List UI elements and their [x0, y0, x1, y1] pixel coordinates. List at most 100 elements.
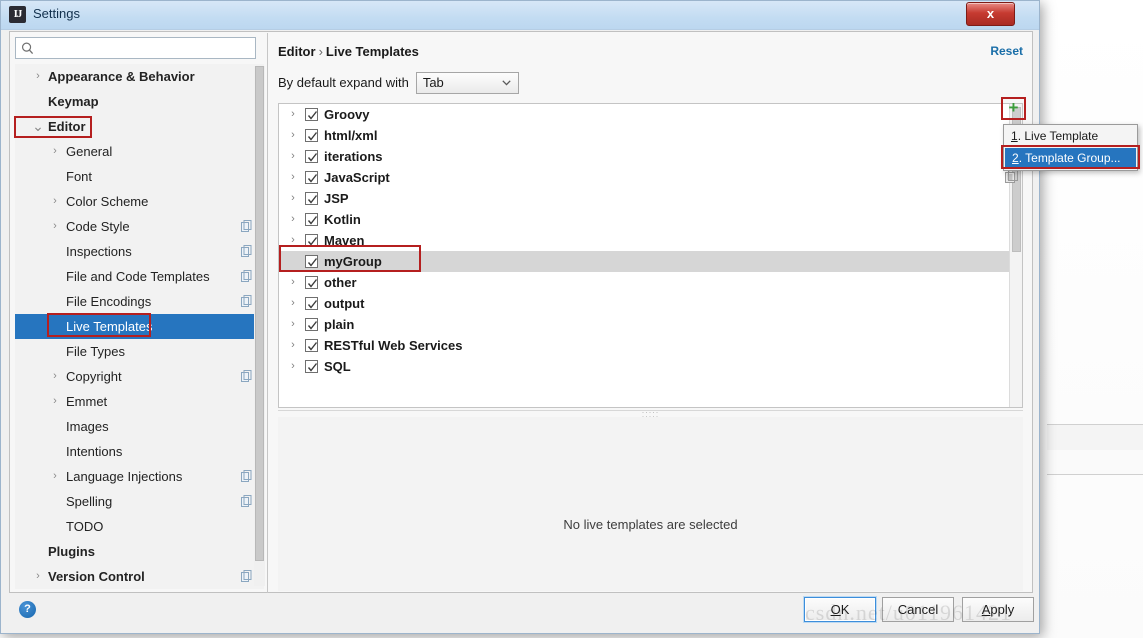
- sidebar-item-label: Appearance & Behavior: [48, 69, 195, 84]
- sidebar-item-plugins[interactable]: Plugins: [15, 539, 264, 564]
- search-icon: [21, 42, 34, 54]
- copy-icon: [241, 220, 252, 232]
- chevron-right-icon[interactable]: ›: [287, 104, 299, 125]
- close-button[interactable]: x: [966, 2, 1015, 26]
- template-group-checkbox[interactable]: [305, 297, 318, 310]
- sidebar-scrollbar[interactable]: [254, 66, 265, 586]
- popup-menu-item[interactable]: 1. Live Template: [1004, 125, 1137, 147]
- search-box[interactable]: [15, 37, 256, 59]
- template-group-row[interactable]: › JavaScript: [279, 167, 1022, 188]
- template-group-label: plain: [324, 317, 355, 332]
- sidebar-item-label: Version Control: [48, 569, 145, 584]
- sidebar-item-emmet[interactable]: › Emmet: [15, 389, 264, 414]
- sidebar-item-copyright[interactable]: › Copyright: [15, 364, 264, 389]
- copy-icon: [241, 370, 252, 382]
- sidebar-item-file-and-code-templates[interactable]: File and Code Templates: [15, 264, 264, 289]
- template-group-checkbox[interactable]: [305, 213, 318, 226]
- chevron-right-icon[interactable]: ›: [287, 209, 299, 230]
- chevron-right-icon[interactable]: ›: [287, 314, 299, 335]
- dialog-titlebar: IJ Settings x: [1, 1, 1039, 30]
- expand-with-row: By default expand with Tab: [278, 72, 519, 94]
- sidebar-item-images[interactable]: Images: [15, 414, 264, 439]
- sidebar-item-file-types[interactable]: File Types: [15, 339, 264, 364]
- sidebar-item-todo[interactable]: TODO: [15, 514, 264, 539]
- sidebar-item-label: Copyright: [66, 369, 122, 384]
- sidebar-item-language-injections[interactable]: › Language Injections: [15, 464, 264, 489]
- chevron-right-icon[interactable]: ›: [48, 364, 62, 389]
- template-group-row[interactable]: › SQL: [279, 356, 1022, 377]
- template-group-checkbox[interactable]: [305, 150, 318, 163]
- sidebar-item-label: TODO: [66, 519, 104, 534]
- template-detail-panel: No live templates are selected: [278, 417, 1023, 591]
- expand-with-select[interactable]: Tab: [415, 72, 519, 94]
- sidebar-item-keymap[interactable]: Keymap: [15, 89, 264, 114]
- sidebar-item-label: File Types: [66, 344, 126, 359]
- sidebar-item-general[interactable]: › General: [15, 139, 264, 164]
- breadcrumb: Editor › Live Templates: [278, 44, 419, 59]
- template-group-label: RESTful Web Services: [324, 338, 463, 353]
- dialog-content: › Appearance & Behavior Keymap ⌄ Editor › Gene…: [9, 31, 1033, 593]
- sidebar-item-appearance-behavior[interactable]: › Appearance & Behavior: [15, 64, 264, 89]
- sidebar-item-label: Images: [66, 419, 109, 434]
- horizontal-splitter[interactable]: :::::: [278, 410, 1023, 419]
- chevron-right-icon[interactable]: ›: [48, 389, 62, 414]
- template-group-row[interactable]: › Kotlin: [279, 209, 1022, 230]
- chevron-right-icon[interactable]: ›: [287, 293, 299, 314]
- template-group-checkbox[interactable]: [305, 318, 318, 331]
- sidebar-item-code-style[interactable]: › Code Style: [15, 214, 264, 239]
- template-group-row[interactable]: › html/xml: [279, 125, 1022, 146]
- breadcrumb-parent[interactable]: Editor: [278, 44, 316, 59]
- template-group-checkbox[interactable]: [305, 129, 318, 142]
- template-group-checkbox[interactable]: [305, 360, 318, 373]
- background-panel-row-2: [1047, 450, 1143, 475]
- template-group-row[interactable]: › Groovy: [279, 104, 1022, 125]
- chevron-right-icon[interactable]: ›: [287, 272, 299, 293]
- sidebar-item-label: Color Scheme: [66, 194, 149, 209]
- sidebar-item-file-encodings[interactable]: File Encodings: [15, 289, 264, 314]
- copy-icon: [241, 270, 252, 282]
- chevron-right-icon[interactable]: ›: [31, 564, 45, 589]
- chevron-right-icon[interactable]: ›: [48, 214, 62, 239]
- template-group-row[interactable]: › output: [279, 293, 1022, 314]
- template-group-checkbox[interactable]: [305, 192, 318, 205]
- dialog-title: Settings: [33, 6, 80, 21]
- sidebar-item-font[interactable]: Font: [15, 164, 264, 189]
- vertical-splitter[interactable]: [267, 33, 268, 593]
- template-group-label: JSP: [324, 191, 349, 206]
- sidebar-item-color-scheme[interactable]: › Color Scheme: [15, 189, 264, 214]
- reset-link[interactable]: Reset: [990, 44, 1023, 58]
- sidebar-item-version-control[interactable]: › Version Control: [15, 564, 264, 589]
- chevron-right-icon[interactable]: ›: [287, 167, 299, 188]
- template-group-row[interactable]: › other: [279, 272, 1022, 293]
- help-button[interactable]: ?: [19, 601, 36, 618]
- sidebar-item-label: Font: [66, 169, 93, 184]
- template-group-checkbox[interactable]: [305, 276, 318, 289]
- chevron-right-icon[interactable]: ›: [48, 189, 62, 214]
- sidebar-item-label: Plugins: [48, 544, 95, 559]
- sidebar-item-inspections[interactable]: Inspections: [15, 239, 264, 264]
- sidebar-item-intentions[interactable]: Intentions: [15, 439, 264, 464]
- empty-state-message: No live templates are selected: [563, 517, 738, 532]
- chevron-right-icon[interactable]: ›: [48, 464, 62, 489]
- template-group-row[interactable]: › RESTful Web Services: [279, 335, 1022, 356]
- chevron-right-icon[interactable]: ›: [287, 125, 299, 146]
- chevron-right-icon[interactable]: ›: [31, 64, 45, 89]
- chevron-right-icon[interactable]: ›: [287, 356, 299, 377]
- chevron-right-icon[interactable]: ›: [48, 139, 62, 164]
- copy-icon[interactable]: [1005, 170, 1019, 184]
- template-group-checkbox[interactable]: [305, 108, 318, 121]
- copy-icon: [241, 495, 252, 507]
- chevron-right-icon[interactable]: ›: [287, 146, 299, 167]
- template-group-checkbox[interactable]: [305, 171, 318, 184]
- template-group-row[interactable]: › iterations: [279, 146, 1022, 167]
- search-input[interactable]: [38, 39, 253, 57]
- template-group-checkbox[interactable]: [305, 339, 318, 352]
- chevron-right-icon[interactable]: ›: [287, 335, 299, 356]
- sidebar-item-spelling[interactable]: Spelling: [15, 489, 264, 514]
- chevron-right-icon[interactable]: ›: [287, 188, 299, 209]
- template-group-row[interactable]: › JSP: [279, 188, 1022, 209]
- sidebar-scrollbar-thumb[interactable]: [255, 66, 264, 561]
- template-group-label: iterations: [324, 149, 383, 164]
- breadcrumb-separator: ›: [318, 44, 323, 59]
- template-group-row[interactable]: › plain: [279, 314, 1022, 335]
